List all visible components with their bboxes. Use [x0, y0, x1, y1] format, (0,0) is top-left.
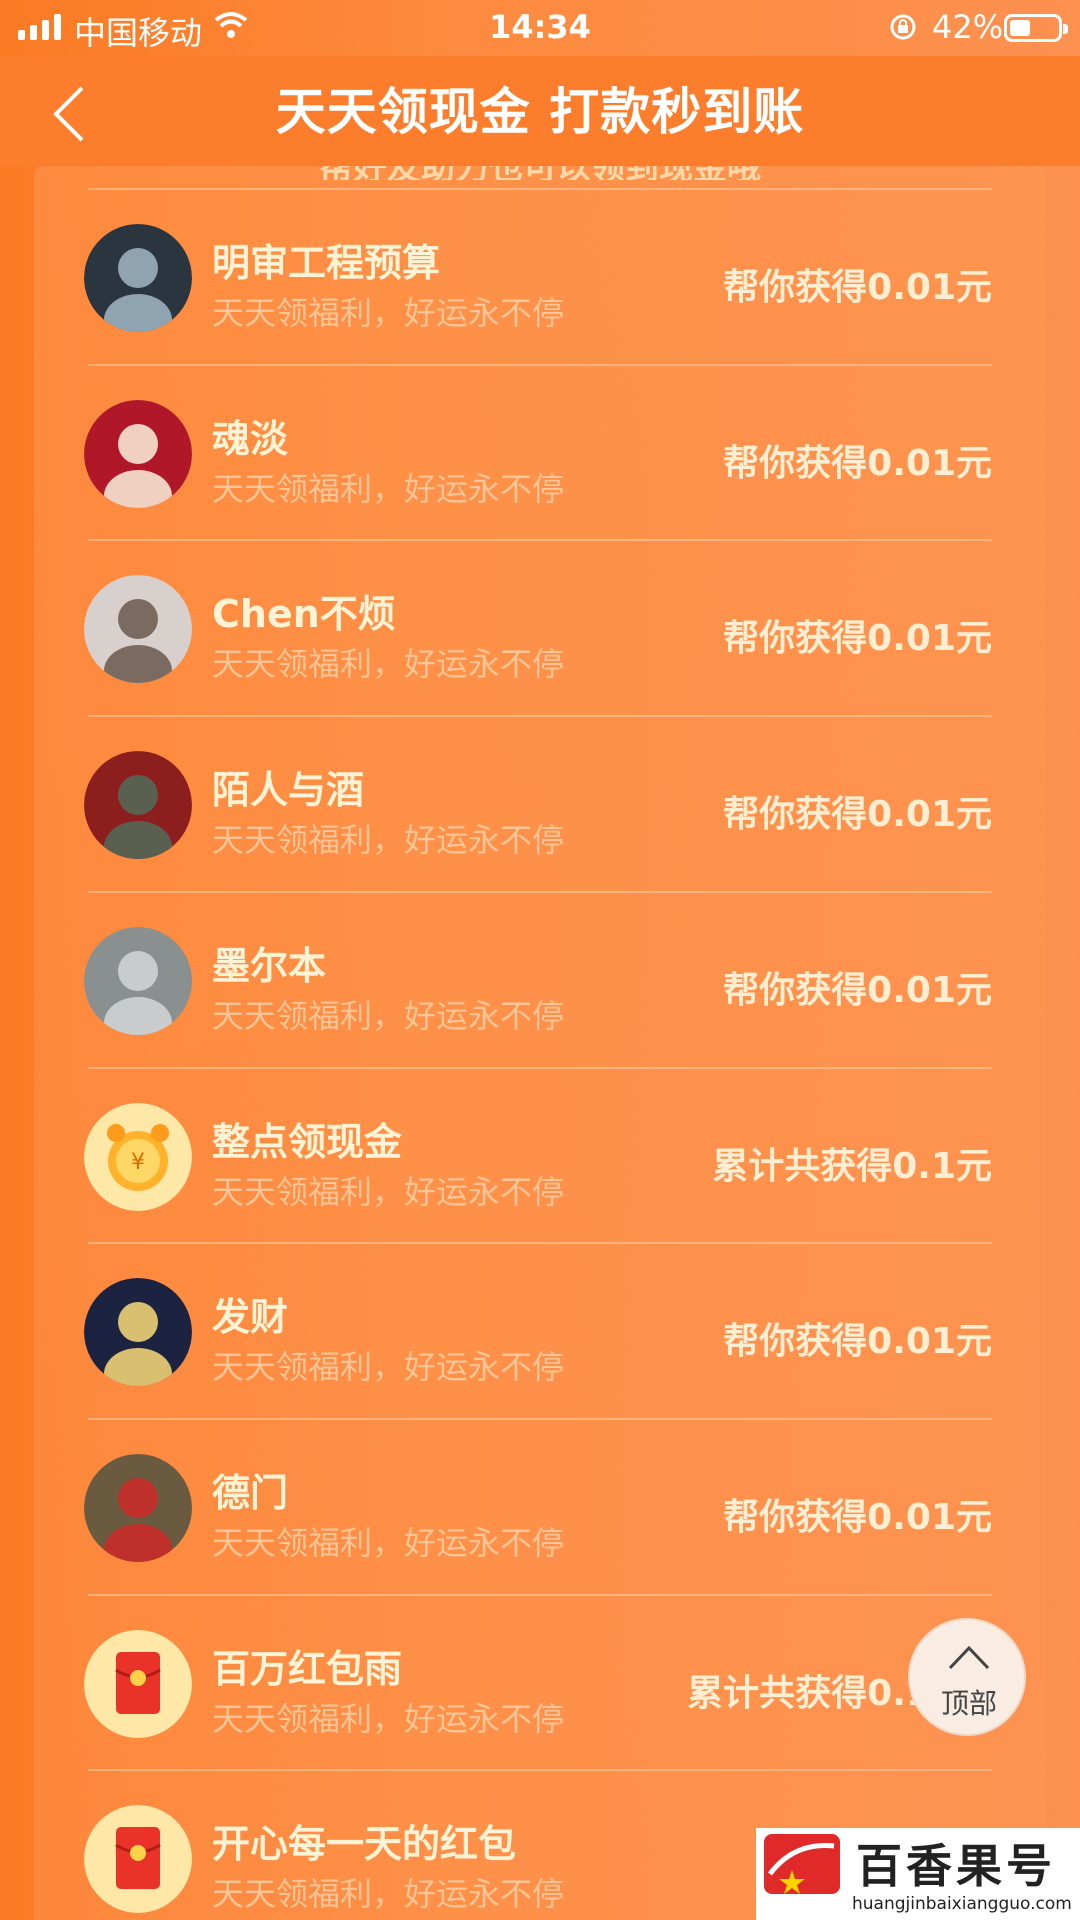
- item-name: 百万红包雨: [212, 1646, 403, 1691]
- back-to-top-button[interactable]: 顶部: [908, 1618, 1026, 1736]
- list-item[interactable]: Chen不烦天天领福利，好运永不停 帮你获得0.01元: [84, 539, 992, 714]
- photo-avatar: [84, 926, 192, 1035]
- svg-text:¥: ¥: [131, 1150, 145, 1175]
- page-title: 天天领现金 打款秒到账: [275, 83, 805, 141]
- row-divider: [88, 363, 992, 366]
- row-divider: [88, 1066, 992, 1069]
- row-divider: [88, 890, 992, 893]
- row-divider: [88, 1242, 992, 1245]
- item-amount: 累计共获得0.1元: [712, 1145, 992, 1187]
- item-subtitle: 天天领福利，好运永不停: [212, 1348, 565, 1387]
- red-envelope-icon: [84, 1629, 192, 1738]
- item-amount: 帮你获得0.01元: [723, 442, 992, 484]
- item-amount: 帮你获得0.01元: [723, 794, 992, 836]
- list-item[interactable]: 陌人与酒天天领福利，好运永不停 帮你获得0.01元: [84, 715, 992, 890]
- photo-avatar: [84, 224, 192, 332]
- item-subtitle: 天天领福利，好运永不停: [212, 469, 565, 508]
- list-item[interactable]: 德门天天领福利，好运永不停 帮你获得0.01元: [84, 1417, 992, 1593]
- item-name: 陌人与酒: [212, 768, 365, 813]
- clock: 14:34: [489, 8, 591, 46]
- watermark-brand: 百香果号: [856, 1839, 1056, 1893]
- item-subtitle: 天天领福利，好运永不停: [212, 996, 565, 1035]
- item-subtitle: 天天领福利，好运永不停: [212, 1523, 565, 1562]
- alarm-clock-icon: ¥: [84, 1102, 192, 1211]
- watermark-url: huangjinbaixiangguo.com: [852, 1894, 1072, 1914]
- item-name: 墨尔本: [212, 943, 327, 988]
- row-divider: [88, 1593, 992, 1596]
- list-item[interactable]: 百万红包雨 天天领福利，好运永不停 累计共获得0.18元: [84, 1593, 992, 1769]
- item-name: 开心每一天的红包: [212, 1822, 517, 1867]
- photo-avatar: [84, 1453, 192, 1562]
- item-amount: 帮你获得0.01元: [723, 618, 992, 660]
- chevron-up-icon: [948, 1645, 990, 1670]
- orientation-lock-icon: [890, 14, 916, 40]
- photo-avatar: [84, 751, 192, 860]
- item-amount: 帮你获得0.01元: [723, 1496, 992, 1538]
- item-subtitle: 天天领福利，好运永不停: [212, 294, 565, 332]
- item-name: 明审工程预算: [212, 241, 441, 285]
- red-envelope-icon: [84, 1805, 192, 1914]
- item-name: 魂淡: [212, 416, 289, 461]
- item-name: 整点领现金: [212, 1119, 403, 1164]
- item-amount: 帮你获得0.01元: [723, 267, 992, 308]
- status-bar: 中国移动 14:34 42%: [0, 0, 1080, 56]
- list-item[interactable]: 魂淡天天领福利，好运永不停 帮你获得0.01元: [84, 363, 992, 539]
- item-name: 发财: [212, 1295, 289, 1340]
- item-name: Chen不烦: [212, 592, 396, 637]
- item-subtitle: 天天领福利，好运永不停: [212, 821, 565, 860]
- list-item[interactable]: ¥ 整点领现金天天领福利，好运永不停 累计共获得0.1元: [84, 1066, 992, 1242]
- row-divider: [88, 715, 992, 718]
- navigation-bar: 天天领现金 打款秒到账: [0, 56, 1080, 166]
- item-name: 德门: [212, 1470, 289, 1515]
- row-divider: [88, 1417, 992, 1420]
- photo-avatar: [84, 575, 192, 684]
- battery-percent: 42%: [932, 8, 1004, 46]
- watermark-logo: [764, 1834, 840, 1894]
- battery-icon: [1004, 14, 1068, 42]
- photo-avatar: [84, 399, 192, 508]
- list-item[interactable]: 墨尔本天天领福利，好运永不停 帮你获得0.01元: [84, 890, 992, 1066]
- row-divider: [88, 1769, 992, 1772]
- row-divider: [88, 539, 992, 542]
- photo-avatar: [84, 1278, 192, 1387]
- back-to-top-label: 顶部: [940, 1687, 997, 1720]
- list-item[interactable]: 明审工程预算天天领福利，好运永不停 帮你获得0.01元: [84, 188, 992, 363]
- item-subtitle: 天天领福利，好运永不停: [212, 1875, 565, 1914]
- list-item[interactable]: 发财天天领福利，好运永不停 帮你获得0.01元: [84, 1242, 992, 1417]
- item-subtitle: 天天领福利，好运永不停: [212, 645, 565, 684]
- item-subtitle: 天天领福利，好运永不停: [212, 1172, 565, 1211]
- item-amount: 帮你获得0.01元: [723, 969, 992, 1011]
- item-subtitle: 天天领福利，好运永不停: [212, 1699, 565, 1738]
- row-divider: [88, 188, 992, 190]
- watermark: 百香果号 huangjinbaixiangguo.com: [756, 1828, 1080, 1920]
- item-amount: 帮你获得0.01元: [723, 1321, 992, 1363]
